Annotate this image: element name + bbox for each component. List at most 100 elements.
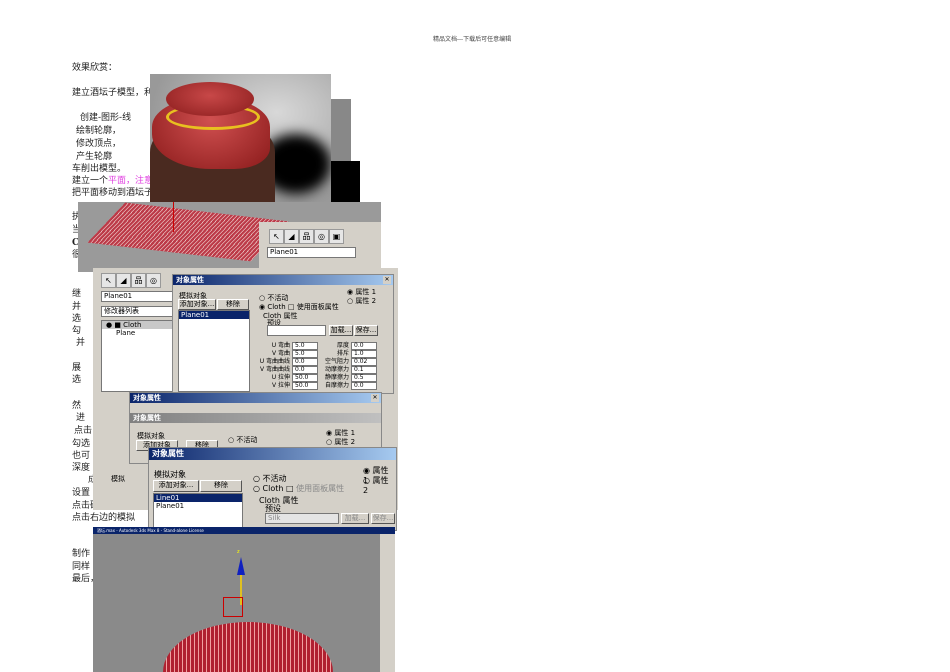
create-tab-icon[interactable]: ↖ [101, 273, 116, 288]
save-button[interactable]: 保存... [371, 513, 395, 524]
close-icon[interactable]: ✕ [371, 394, 379, 402]
highlight-text: 平面，注意 [108, 176, 154, 186]
text-line: 产生轮廓 [76, 152, 113, 162]
radio-label: 属性 1 [355, 288, 377, 296]
param-spinner[interactable]: 1.0 [351, 350, 377, 358]
sim-group-label: 模拟 [111, 475, 125, 483]
hierarchy-tab-icon[interactable]: 品 [131, 273, 146, 288]
text-part: 建立一个 [72, 176, 109, 186]
text-line: 并 [72, 302, 82, 312]
max-viewport-screenshot: 酒坛.max - Autodesk 3ds Max 8 - Stand-alon… [93, 527, 395, 672]
remove-button[interactable]: 移除 [217, 299, 249, 310]
list-item[interactable]: Line01 [154, 494, 242, 502]
param-spinner[interactable]: 0.0 [292, 366, 318, 374]
param-spinner[interactable]: 0.5 [351, 374, 377, 382]
param-spinner[interactable]: 0.02 [351, 358, 377, 366]
checkbox-label: 使用面板属性 [296, 303, 339, 311]
prop2-radio[interactable]: ○ 属性 2 [363, 475, 396, 495]
stack-label: Plane [116, 329, 136, 337]
checkbox-label: 使用面板属性 [296, 484, 345, 493]
modifier-list-dropdown[interactable]: 修改器列表 [101, 306, 173, 317]
param-spinner[interactable]: 50.0 [292, 374, 318, 382]
radio-label: Cloth [267, 303, 286, 311]
radio-label: 不活动 [262, 474, 287, 483]
add-object-button[interactable]: 添加对象... [178, 299, 216, 310]
text-line: 勾 [72, 326, 82, 336]
preset-dropdown[interactable] [267, 325, 326, 336]
param-label: 动摩擦力 [324, 366, 349, 373]
text-line: 创建-图形-线 [80, 113, 132, 123]
modify-tab-icon[interactable]: ◢ [116, 273, 131, 288]
axis-label: z [237, 549, 240, 555]
render-fragment [331, 161, 360, 202]
text-line: 勾选 [72, 439, 91, 449]
motion-tab-icon[interactable]: ◎ [314, 229, 329, 244]
list-item[interactable]: Plane01 [179, 311, 249, 319]
add-object-button[interactable]: 添加对象... [153, 480, 199, 492]
prop2-radio[interactable]: ○ 属性 2 [347, 296, 376, 306]
load-button[interactable]: 加载... [329, 325, 353, 336]
motion-tab-icon[interactable]: ◎ [146, 273, 161, 288]
object-list: Line01 Plane01 [153, 493, 243, 530]
param-label: 厚度 [336, 342, 349, 349]
text-line: 然 [72, 401, 82, 411]
text-line: 建立酒坛子模型，利 [72, 88, 154, 98]
object-name-field[interactable]: Plane01 [267, 247, 356, 258]
gizmo-box [223, 597, 243, 617]
stack-item-plane[interactable]: Plane [102, 329, 172, 337]
save-button[interactable]: 保存... [354, 325, 378, 336]
radio-label: 属性 2 [334, 438, 356, 446]
text-line: 继 [72, 289, 82, 299]
text-line: 也可 [72, 451, 91, 461]
param-spinner[interactable]: 0.0 [351, 342, 377, 350]
text-line: 制作 [72, 549, 91, 559]
remove-button[interactable]: 移除 [200, 480, 242, 492]
param-spinner[interactable]: 0.0 [351, 382, 377, 390]
text-line: 展 [72, 363, 82, 373]
preset-dropdown[interactable]: Silk [265, 513, 339, 524]
dialog-title-inactive: 对象属性 [130, 413, 381, 423]
text-line: 进 [76, 413, 86, 423]
modify-tab-icon[interactable]: ◢ [284, 229, 299, 244]
create-tab-icon[interactable]: ↖ [269, 229, 284, 244]
modifier-stack: ● ■ Cloth Plane [101, 320, 173, 392]
param-spinner[interactable]: 0.0 [292, 358, 318, 366]
radio-label: 属性 2 [363, 476, 389, 495]
text-line: 同样 [72, 562, 91, 572]
stack-item-cloth[interactable]: ● ■ Cloth [102, 321, 172, 329]
cloth-radio[interactable]: ○ Cloth □ 使用面板属性 [253, 483, 344, 494]
text-line: 点击 [74, 426, 93, 436]
param-spinner[interactable]: 5.0 [292, 342, 318, 350]
text-line: 深度 [72, 463, 91, 473]
hierarchy-tab-icon[interactable]: 品 [299, 229, 314, 244]
load-button[interactable]: 加载... [341, 513, 369, 524]
inactive-radio[interactable]: ○ 不活动 [228, 435, 257, 445]
display-tab-icon[interactable]: ▣ [329, 229, 344, 244]
radio-label: 属性 2 [355, 297, 377, 305]
list-item[interactable]: Plane01 [154, 502, 242, 510]
param-spinner[interactable]: 5.0 [292, 350, 318, 358]
radio-label: Cloth [262, 484, 284, 493]
object-properties-dialog: 对象属性 模拟对象 添加对象... 移除 Line01 Plane01 ○ 不活… [148, 447, 397, 531]
text-line: 选 [72, 375, 82, 385]
param-label: V 弯曲 [271, 350, 290, 357]
param-spinner[interactable]: 0.1 [351, 366, 377, 374]
stack-label: Cloth [123, 321, 142, 329]
text-line: 建立一个平面，注意 [72, 176, 153, 187]
command-panel-strip [380, 534, 395, 672]
object-name-field[interactable]: Plane01 [101, 291, 173, 302]
text-line: 绘制轮廓， [76, 126, 122, 136]
prop2-radio[interactable]: ○ 属性 2 [326, 437, 355, 447]
text-line: 修改顶点， [76, 139, 122, 149]
sim-objects-label: 模拟对象 [154, 470, 186, 479]
jar-render-image [150, 74, 331, 202]
param-label: 空气阻力 [324, 358, 349, 365]
text-line: 选 [72, 314, 82, 324]
param-spinner[interactable]: 50.0 [292, 382, 318, 390]
close-icon[interactable]: ✕ [383, 276, 391, 284]
document-page: 精品文档---下载后可任意编辑 效果欣赏： 建立酒坛子模型，利 创建-图形-线 … [0, 0, 950, 672]
param-label: V 弯曲曲线 [259, 366, 290, 373]
text-line: 设置 [72, 488, 91, 498]
param-label: V 拉伸 [271, 382, 290, 389]
z-axis-arrow [237, 557, 245, 575]
